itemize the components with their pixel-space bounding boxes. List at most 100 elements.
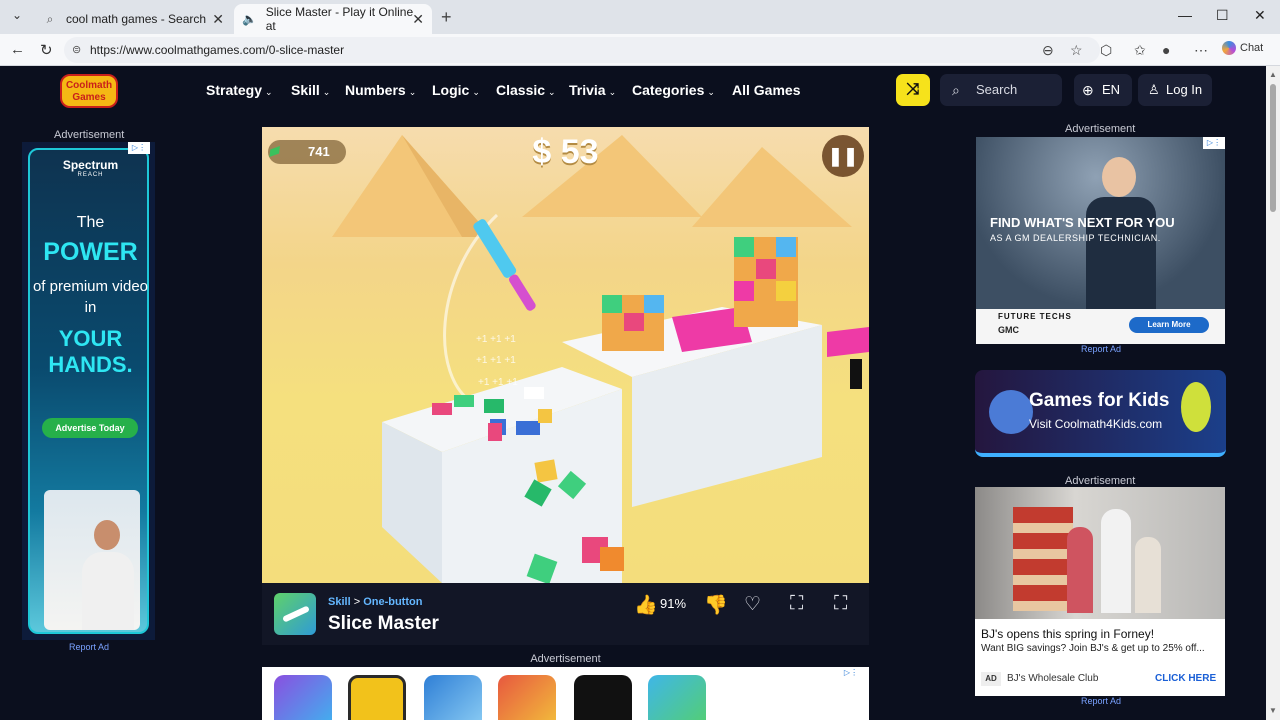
page-scrollbar[interactable]: ▲ ▼: [1266, 66, 1280, 720]
nav-categories[interactable]: Categories ⌄: [632, 82, 715, 98]
thumbs-up-icon[interactable]: 👍: [634, 593, 658, 617]
pause-icon[interactable]: ❚❚: [822, 135, 864, 177]
fullscreen-icon[interactable]: ⛶: [834, 593, 847, 615]
octopus-mascot: [989, 390, 1033, 434]
game-ad-thumb[interactable]: [348, 675, 406, 720]
back-arrow-icon[interactable]: ←: [10, 41, 25, 58]
url-field[interactable]: ⊜ https://www.coolmathgames.com/0-slice-…: [64, 37, 1100, 63]
window-close-icon[interactable]: ✕: [1254, 7, 1266, 24]
reload-icon[interactable]: ↻: [40, 41, 53, 59]
adchoices-icon[interactable]: ▷⋮: [840, 667, 862, 679]
logo-text: Coolmath Games: [65, 80, 113, 103]
game-ad-thumb[interactable]: [648, 675, 706, 720]
favorites-icon[interactable]: ✩: [1134, 42, 1146, 59]
new-tab-icon[interactable]: +: [441, 7, 452, 28]
tab-title: Slice Master - Play it Online at: [265, 5, 414, 33]
reading-mode-icon[interactable]: ⊖: [1042, 42, 1054, 59]
nav-strategy[interactable]: Strategy ⌄: [206, 82, 273, 98]
alien-mascot: [1181, 382, 1211, 432]
game-canvas[interactable]: +1 +1 +1 +1 +1 +1 +1 +1 +1 ▰ 741 $ 53 ❚❚: [262, 127, 869, 583]
coolmath-logo[interactable]: Coolmath Games: [60, 74, 118, 108]
tab-search[interactable]: ⌕ cool math games - Search ✕: [34, 4, 232, 34]
search-icon: ⌕: [952, 82, 960, 98]
chevron-down-icon: ⌄: [707, 87, 715, 97]
shuffle-icon[interactable]: ⤨: [896, 74, 930, 106]
login-label: Log In: [1166, 82, 1203, 97]
game-ad-thumb[interactable]: [424, 675, 482, 720]
breadcrumb-skill[interactable]: Skill: [328, 596, 351, 608]
left-ad-creative[interactable]: Spectrum REACH The POWER of premium video…: [28, 148, 149, 634]
kids-banner-title: Games for Kids: [1029, 390, 1170, 411]
heart-icon[interactable]: ♡: [744, 593, 761, 616]
game-ad-thumb[interactable]: [274, 675, 332, 720]
minimize-icon[interactable]: —: [1178, 7, 1192, 23]
site-info-icon[interactable]: ⊜: [72, 37, 81, 63]
nav-numbers[interactable]: Numbers ⌄: [345, 82, 416, 98]
bottom-ad-games-strip[interactable]: ▷⋮: [262, 667, 869, 720]
scroll-down-arrow-icon[interactable]: ▼: [1269, 706, 1277, 715]
report-ad-link[interactable]: Report Ad: [1081, 696, 1121, 706]
address-toolbar: ← ↻ ⊜ https://www.coolmathgames.com/0-sl…: [0, 34, 1280, 66]
nav-label: Categories: [632, 82, 705, 98]
nav-trivia[interactable]: Trivia ⌄: [569, 82, 616, 98]
left-ad-banner[interactable]: Spectrum REACH The POWER of premium video…: [22, 142, 155, 640]
nav-label: Logic: [432, 82, 470, 98]
ad-text: of premium video in: [32, 278, 149, 316]
ad-headline: FIND WHAT'S NEXT FOR YOU: [990, 215, 1175, 230]
plus-one-popup: +1 +1 +1: [476, 334, 516, 345]
scroll-up-arrow-icon[interactable]: ▲: [1269, 70, 1277, 79]
kids-banner-subtitle: Visit Coolmath4Kids.com: [1029, 417, 1163, 431]
nav-classic[interactable]: Classic ⌄: [496, 82, 556, 98]
chevron-down-icon: ⌄: [322, 87, 331, 97]
coolmath4kids-banner[interactable]: Games for Kids Visit Coolmath4Kids.com: [975, 370, 1226, 457]
bjs-ad-banner[interactable]: BJ's opens this spring in Forney! Want B…: [975, 487, 1225, 696]
ad-text: YOUR HANDS.: [48, 326, 133, 377]
search-button[interactable]: ⌕ Search: [940, 74, 1062, 106]
speaker-icon[interactable]: 🔈: [242, 11, 258, 27]
nav-label: Classic: [496, 82, 546, 98]
nav-logic[interactable]: Logic ⌄: [432, 82, 480, 98]
game-ad-thumb[interactable]: [574, 675, 632, 720]
tab-title: cool math games - Search: [66, 12, 207, 26]
ad-subheadline: AS A GM DEALERSHIP TECHNICIAN.: [990, 233, 1161, 243]
tab-slice-master[interactable]: 🔈 Slice Master - Play it Online at ✕: [234, 4, 432, 34]
click-here-button[interactable]: CLICK HERE: [1155, 673, 1216, 684]
profile-avatar-icon[interactable]: ●: [1162, 42, 1170, 58]
chevron-down-icon: ⌄: [548, 87, 556, 97]
like-percentage: 91%: [660, 596, 687, 611]
more-options-icon[interactable]: ⋯: [1194, 42, 1208, 59]
ad-text: POWER: [43, 238, 138, 266]
gm-brand-logos: GMC: [998, 325, 1019, 335]
favorite-star-icon[interactable]: ☆: [1070, 42, 1083, 59]
chevron-down-icon: ⌄: [408, 87, 417, 97]
close-icon[interactable]: ✕: [212, 11, 224, 28]
chat-label: Chat: [1240, 42, 1264, 54]
learn-more-button[interactable]: Learn More: [1129, 317, 1209, 333]
thumbs-down-icon[interactable]: 👎: [704, 593, 728, 617]
report-ad-link[interactable]: Report Ad: [1081, 344, 1121, 354]
report-ad-link[interactable]: Report Ad: [69, 642, 109, 652]
screenshot-icon[interactable]: ⛶: [790, 593, 803, 615]
adchoices-icon[interactable]: ▷⋮: [128, 142, 150, 154]
pylon: [850, 359, 862, 389]
copilot-chat-button[interactable]: Chat: [1222, 41, 1263, 55]
adchoices-icon[interactable]: ▷⋮: [1203, 137, 1225, 149]
language-button[interactable]: ⊕ EN: [1074, 74, 1132, 106]
scrollbar-thumb[interactable]: [1270, 84, 1276, 212]
nav-all-games[interactable]: All Games: [732, 82, 800, 98]
advertisement-label: Advertisement: [1065, 475, 1136, 487]
login-button[interactable]: ♙ Log In: [1138, 74, 1212, 106]
tab-list-chevron-icon[interactable]: ⌄: [8, 8, 26, 26]
game-ad-thumb[interactable]: [498, 675, 556, 720]
nav-skill[interactable]: Skill ⌄: [291, 82, 330, 98]
nav-label: Trivia: [569, 82, 606, 98]
breadcrumb: Skill > One-button: [328, 596, 422, 608]
advertisement-label: Advertisement: [54, 129, 125, 141]
advertise-today-button[interactable]: Advertise Today: [42, 418, 138, 438]
extensions-icon[interactable]: ⬡: [1100, 42, 1112, 59]
breadcrumb-one-button[interactable]: One-button: [363, 596, 422, 608]
maximize-icon[interactable]: ☐: [1216, 7, 1229, 24]
pink-spikes: [827, 327, 869, 357]
gm-ad-banner[interactable]: FIND WHAT'S NEXT FOR YOU AS A GM DEALERS…: [976, 137, 1225, 344]
close-icon[interactable]: ✕: [412, 11, 424, 28]
